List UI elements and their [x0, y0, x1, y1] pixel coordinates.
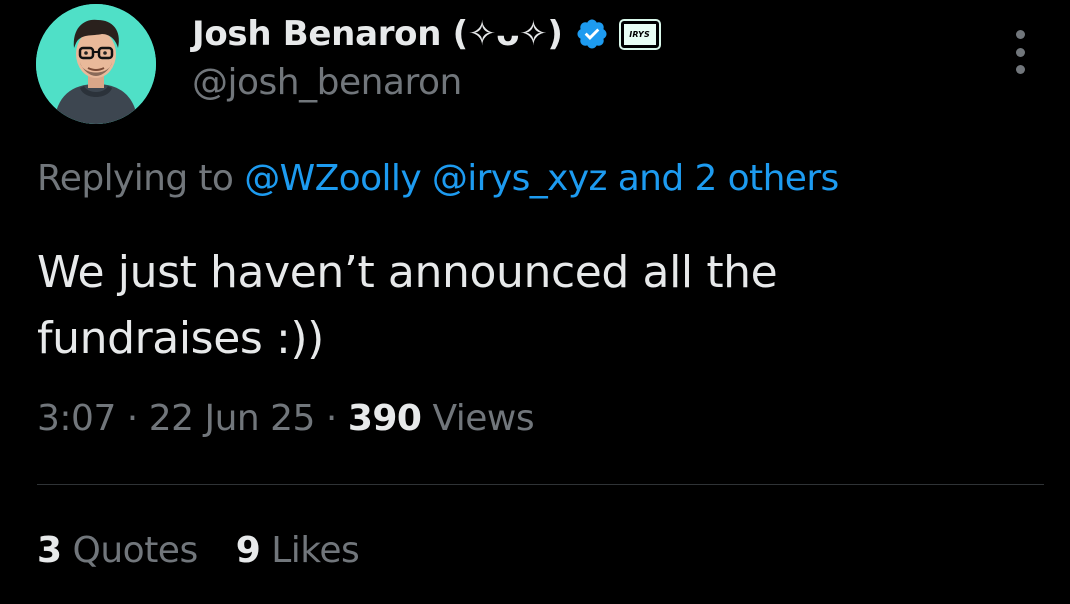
replying-to-line: Replying to @WZoolly @irys_xyz and 2 oth…	[37, 158, 839, 199]
views-label: Views	[432, 398, 535, 439]
quotes-label: Quotes	[72, 530, 199, 571]
tweet-date[interactable]: 22 Jun 25	[149, 398, 316, 439]
likes-label: Likes	[271, 530, 360, 571]
meta-separator: ·	[325, 398, 337, 439]
likes-stat[interactable]: 9 Likes	[236, 530, 360, 571]
engagement-stats: 3 Quotes 9 Likes	[37, 530, 360, 571]
avatar-illustration-icon	[36, 4, 156, 124]
avatar[interactable]	[36, 4, 156, 124]
affiliate-badge-icon[interactable]: IRYS	[618, 18, 661, 50]
tweet-meta: 3:07 · 22 Jun 25 · 390 Views	[37, 398, 535, 439]
more-options-button[interactable]	[1004, 30, 1036, 74]
replying-to-label: Replying to	[37, 158, 245, 199]
more-dot-icon	[1015, 47, 1025, 57]
author-display-name[interactable]: Josh Benaron (✧ᴗ✧)	[192, 14, 563, 54]
likes-count: 9	[235, 530, 261, 571]
tweet-time[interactable]: 3:07	[37, 398, 116, 439]
mention-link[interactable]: @irys_xyz	[432, 158, 608, 199]
quotes-count: 3	[37, 530, 62, 571]
others-link[interactable]: and 2 others	[618, 158, 840, 199]
author-handle[interactable]: @josh_benaron	[192, 62, 462, 103]
views-count: 390	[347, 398, 422, 439]
verified-badge-icon[interactable]	[575, 17, 609, 51]
tweet-text-line: fundraises :))	[37, 313, 324, 364]
mention-link[interactable]: @WZoolly	[244, 158, 421, 199]
more-dot-icon	[1015, 30, 1025, 39]
tweet-text-line: We just haven’t announced all the	[37, 247, 778, 298]
tweet-text: We just haven’t announced all the fundra…	[37, 240, 1017, 372]
more-dot-icon	[1015, 65, 1025, 74]
divider	[37, 484, 1044, 485]
quotes-stat[interactable]: 3 Quotes	[37, 530, 198, 571]
meta-separator: ·	[126, 398, 138, 439]
author-name-row: Josh Benaron (✧ᴗ✧) IRYS	[192, 12, 661, 56]
